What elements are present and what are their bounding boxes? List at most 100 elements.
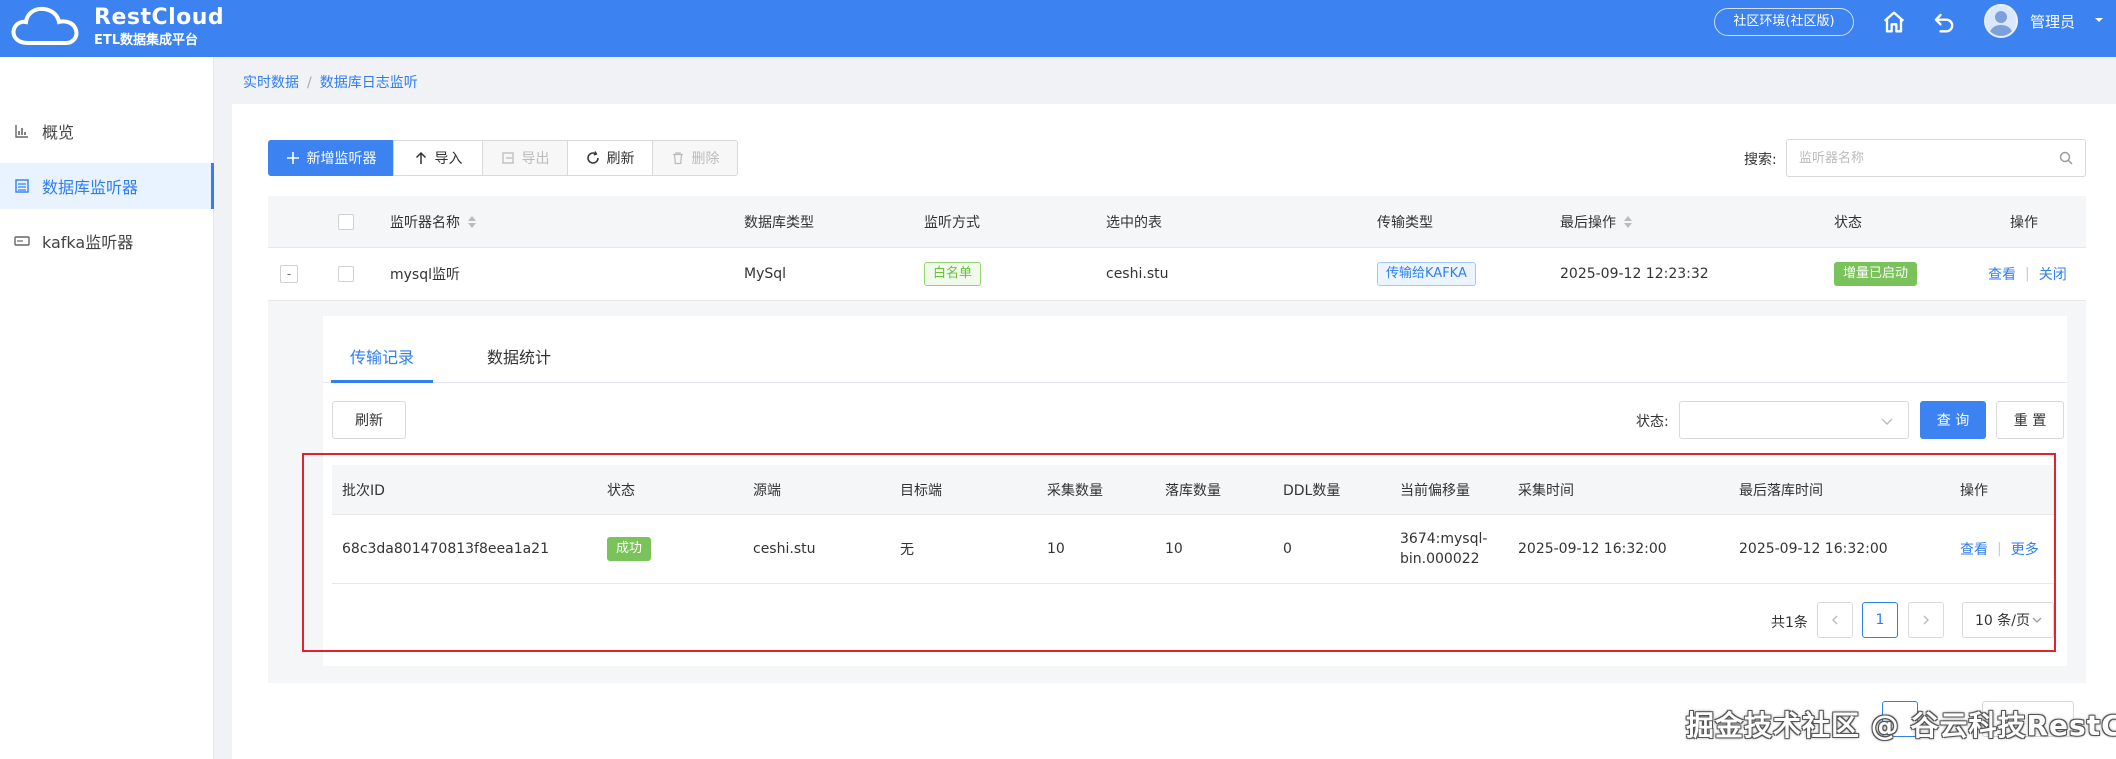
- col-header-last-store-time: 最后落库时间: [1739, 482, 1823, 499]
- query-button[interactable]: 查 询: [1920, 401, 1986, 439]
- transfer-cell: 传输给KAFKA: [1377, 248, 1476, 300]
- status-select[interactable]: [1679, 401, 1909, 439]
- transfer-tag: 传输给KAFKA: [1377, 262, 1476, 286]
- batch-target: 无: [900, 542, 914, 558]
- status-badge: 增量已启动: [1834, 262, 1918, 286]
- breadcrumb: 实时数据 / 数据库日志监听: [243, 72, 418, 92]
- search-icon[interactable]: [2059, 151, 2073, 165]
- view-link[interactable]: 查看: [1960, 539, 1988, 559]
- breadcrumb-item-realtime[interactable]: 实时数据: [243, 75, 299, 91]
- breadcrumb-item-db-log[interactable]: 数据库日志监听: [320, 75, 418, 91]
- home-icon[interactable]: [1880, 8, 1908, 36]
- batch-id: 68c3da801470813f8eea1a21: [342, 541, 549, 557]
- table-row: 68c3da801470813f8eea1a21 成功 ceshi.stu 无 …: [332, 515, 2054, 584]
- sidebar-item-overview[interactable]: 概览: [0, 108, 214, 154]
- select-all-checkbox-cell[interactable]: [338, 196, 354, 247]
- tab-data-stats[interactable]: 数据统计: [487, 344, 551, 368]
- batch-collect-time: 2025-09-12 16:32:00: [1518, 541, 1667, 557]
- col-header-tables: 选中的表: [1106, 214, 1162, 231]
- status-cell: 增量已启动: [1834, 248, 1918, 300]
- expand-cell[interactable]: -: [280, 248, 298, 300]
- collapse-row-button[interactable]: -: [280, 265, 298, 283]
- export-button[interactable]: 导出: [482, 140, 568, 176]
- refresh-label: 刷新: [606, 151, 635, 167]
- search-input[interactable]: [1787, 140, 2037, 176]
- detail-refresh-button[interactable]: 刷新: [332, 401, 406, 439]
- col-header-ddl: DDL数量: [1283, 482, 1341, 499]
- next-page-button[interactable]: [1908, 602, 1944, 638]
- list-icon: [15, 179, 29, 193]
- delete-label: 删除: [691, 151, 720, 167]
- pagination-total: 共1条: [1771, 615, 1808, 631]
- action-divider: |: [1997, 541, 2002, 557]
- view-link[interactable]: 查看: [1988, 264, 2016, 284]
- app-logo[interactable]: RestCloud ETL数据集成平台: [10, 3, 224, 53]
- prev-page-button[interactable]: [1817, 602, 1853, 638]
- brand-subtitle: ETL数据集成平台: [94, 33, 199, 48]
- row-checkbox[interactable]: [338, 266, 354, 282]
- page-size-select[interactable]: 10 条/页: [1962, 602, 2054, 638]
- undo-icon[interactable]: [1930, 8, 1958, 36]
- search-label: 搜索:: [1744, 152, 1777, 168]
- col-header-last-op[interactable]: 最后操作: [1560, 196, 1632, 247]
- last-op-time: 2025-09-12 12:23:32: [1560, 266, 1709, 282]
- caret-down-icon[interactable]: [2092, 13, 2106, 27]
- listener-table-header: 监听器名称 数据库类型 监听方式 选中的表 传输类型 最后操作 状态 操作: [268, 196, 2086, 248]
- col-header-label: 监听器名称: [390, 214, 460, 231]
- close-link[interactable]: 关闭: [2039, 264, 2067, 284]
- col-header-source: 源端: [753, 482, 781, 499]
- search-field[interactable]: [1786, 139, 2086, 177]
- sort-icon[interactable]: [468, 215, 476, 228]
- chevron-left-icon: [1832, 615, 1838, 625]
- cloud-logo-icon: [11, 6, 79, 45]
- chart-icon: [15, 125, 28, 138]
- col-header-label: 最后操作: [1560, 214, 1616, 231]
- batch-last-store-time: 2025-09-12 16:32:00: [1739, 541, 1888, 557]
- select-all-checkbox[interactable]: [338, 213, 354, 230]
- batch-ddl: 0: [1283, 541, 1292, 557]
- sidebar-item-kafka-listener[interactable]: kafka监听器: [0, 218, 214, 264]
- col-header-name[interactable]: 监听器名称: [390, 196, 476, 247]
- batch-collected: 10: [1047, 541, 1065, 557]
- batch-offset-cell: 3674:mysql-bin.000022: [1400, 515, 1490, 583]
- actions-cell: 查看 | 关闭: [1988, 248, 2067, 300]
- batch-offset: 3674:mysql-bin.000022: [1400, 531, 1488, 567]
- batch-table-header: 批次ID 状态 源端 目标端 采集数量 落库数量 DDL数量 当前偏移量 采集时…: [332, 465, 2054, 515]
- environment-badge[interactable]: 社区环境(社区版): [1714, 8, 1854, 36]
- col-header-actions: 操作: [1960, 482, 1988, 499]
- refresh-icon: [586, 151, 599, 164]
- user-avatar[interactable]: [1984, 4, 2018, 38]
- more-link[interactable]: 更多: [2011, 539, 2039, 559]
- user-avatar-icon: [1989, 11, 2013, 36]
- import-label: 导入: [434, 151, 463, 167]
- row-checkbox-cell[interactable]: [338, 248, 354, 300]
- db-type: MySql: [744, 266, 787, 282]
- add-listener-button[interactable]: 新增监听器: [268, 140, 394, 176]
- user-name[interactable]: 管理员: [2030, 11, 2075, 32]
- batch-actions-cell: 查看 | 更多: [1960, 515, 2039, 583]
- tab-transfer-records[interactable]: 传输记录: [350, 344, 414, 368]
- arrow-up-icon: [415, 151, 426, 164]
- page-1-button[interactable]: 1: [1862, 602, 1898, 638]
- col-header-db-type: 数据库类型: [744, 214, 814, 231]
- col-header-transfer: 传输类型: [1377, 214, 1433, 231]
- mode-tag: 白名单: [924, 262, 982, 286]
- sort-icon[interactable]: [1624, 215, 1632, 228]
- chevron-down-icon: [1881, 418, 1893, 425]
- col-header-status: 状态: [1834, 214, 1862, 231]
- col-header-actions: 操作: [2010, 214, 2038, 231]
- reset-button[interactable]: 重 置: [1996, 401, 2064, 439]
- refresh-button[interactable]: 刷新: [567, 140, 653, 176]
- export-label: 导出: [521, 151, 550, 167]
- brand-name: RestCloud: [94, 5, 225, 30]
- import-button[interactable]: 导入: [393, 140, 483, 176]
- chevron-right-icon: [1923, 615, 1929, 625]
- delete-button[interactable]: 删除: [652, 140, 738, 176]
- col-header-status: 状态: [607, 482, 635, 499]
- sidebar-item-label: kafka监听器: [42, 233, 134, 252]
- batch-stored: 10: [1165, 541, 1183, 557]
- sidebar-item-db-listener[interactable]: 数据库监听器: [0, 163, 214, 209]
- col-header-collected: 采集数量: [1047, 482, 1103, 499]
- col-header-collect-time: 采集时间: [1518, 482, 1574, 499]
- chevron-down-icon: [2032, 617, 2042, 623]
